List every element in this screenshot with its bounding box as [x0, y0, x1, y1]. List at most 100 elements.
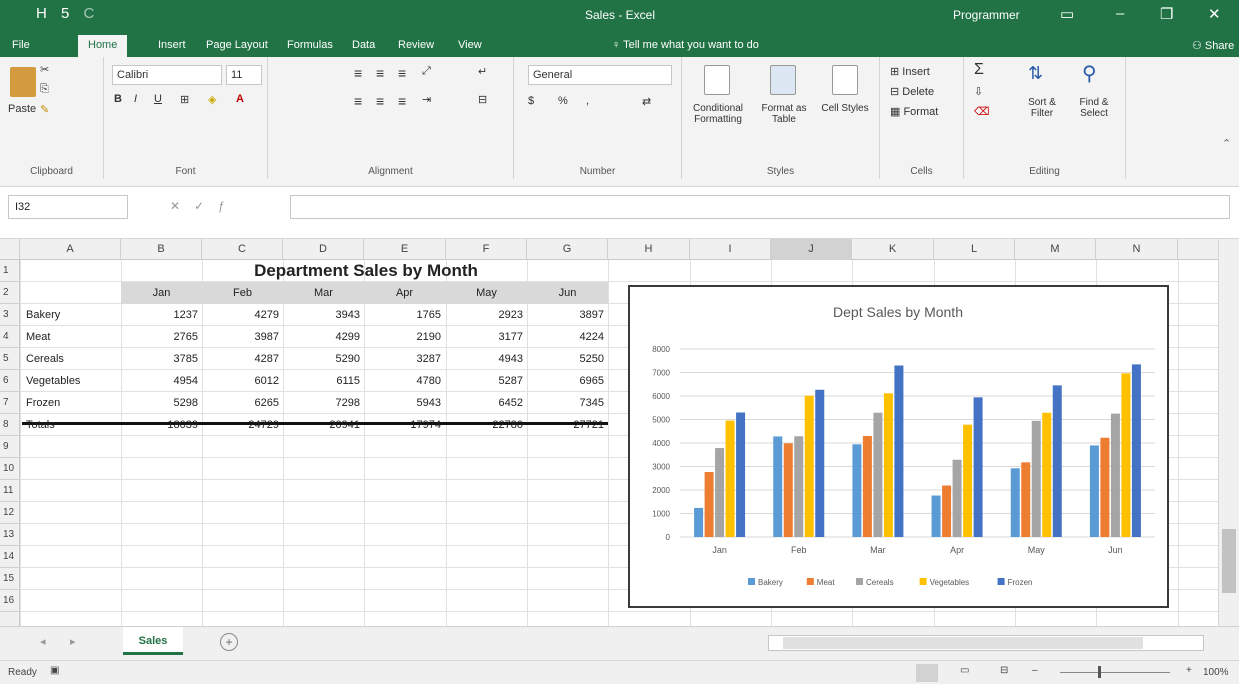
row-header[interactable]: 9 [0, 436, 20, 458]
value-cell[interactable]: 7298 [283, 392, 364, 414]
column-header-e[interactable]: E [364, 239, 446, 260]
formula-input[interactable] [290, 195, 1230, 219]
month-header-cell[interactable]: May [446, 282, 527, 304]
tell-me-box[interactable]: ♀ Tell me what you want to do [602, 35, 769, 57]
sheet-tab-sales[interactable]: Sales [123, 627, 183, 655]
tab-insert[interactable]: Insert [148, 35, 196, 57]
value-cell[interactable]: 6115 [283, 370, 364, 392]
percent-button[interactable]: % [558, 95, 568, 107]
cell-styles-icon[interactable] [832, 65, 858, 95]
normal-view-icon[interactable] [916, 664, 938, 682]
department-label-cell[interactable]: Vegetables [22, 370, 121, 392]
value-cell[interactable]: 5298 [121, 392, 202, 414]
department-label-cell[interactable]: Cereals [22, 348, 121, 370]
value-cell[interactable]: 2923 [446, 304, 527, 326]
sort-filter-icon[interactable]: ⇅ [1028, 63, 1043, 84]
align-bottom-icon[interactable]: ≡ [398, 65, 406, 81]
collapse-ribbon-icon[interactable]: ⌃ [1222, 137, 1231, 150]
column-header-d[interactable]: D [283, 239, 364, 260]
column-header-c[interactable]: C [202, 239, 283, 260]
zoom-in-icon[interactable]: + [1186, 665, 1192, 676]
totals-label-cell[interactable]: Totals [22, 414, 121, 436]
column-header-k[interactable]: K [852, 239, 934, 260]
font-name-select[interactable]: Calibri [112, 65, 222, 85]
total-cell[interactable]: 18039 [121, 414, 202, 436]
value-cell[interactable]: 4224 [527, 326, 608, 348]
column-header-a[interactable]: A [20, 239, 121, 260]
fill-icon[interactable]: ⇩ [974, 85, 983, 98]
font-size-select[interactable]: 11 [226, 65, 262, 85]
user-name[interactable]: Programmer [953, 8, 1020, 22]
row-header[interactable]: 13 [0, 524, 20, 546]
prev-sheet-icon[interactable]: ◂ [40, 635, 46, 648]
value-cell[interactable]: 3287 [364, 348, 445, 370]
sales-chart[interactable]: Dept Sales by Month 0 1000 2000 3000 4000 5000… [628, 285, 1169, 608]
month-header-cell[interactable]: Mar [283, 282, 364, 304]
month-header-cell[interactable]: Apr [364, 282, 445, 304]
borders-icon[interactable]: ⊞ [180, 93, 189, 106]
bold-button[interactable]: B [114, 93, 122, 105]
department-label-cell[interactable]: Bakery [22, 304, 121, 326]
value-cell[interactable]: 4943 [446, 348, 527, 370]
tab-view[interactable]: View [448, 35, 492, 57]
autosum-icon[interactable]: Σ [974, 61, 984, 79]
value-cell[interactable]: 3987 [202, 326, 283, 348]
column-header-i[interactable]: I [690, 239, 771, 260]
total-cell[interactable]: 27721 [527, 414, 608, 436]
value-cell[interactable]: 3177 [446, 326, 527, 348]
vertical-scroll-thumb[interactable] [1222, 529, 1236, 593]
insert-cells-button[interactable]: ⊞ Insert [890, 65, 930, 78]
horizontal-scroll-thumb[interactable] [783, 637, 1143, 649]
value-cell[interactable]: 3785 [121, 348, 202, 370]
page-break-view-icon[interactable]: ⊟ [1000, 665, 1008, 676]
month-header-cell[interactable]: Jan [121, 282, 202, 304]
enter-icon[interactable]: ✓ [194, 199, 218, 213]
tab-review[interactable]: Review [388, 35, 444, 57]
row-header[interactable]: 14 [0, 546, 20, 568]
row-header[interactable]: 4 [0, 326, 20, 348]
column-header-b[interactable]: B [121, 239, 202, 260]
total-cell[interactable]: 22780 [446, 414, 527, 436]
underline-button[interactable]: U [154, 93, 162, 105]
format-as-table-icon[interactable] [770, 65, 796, 95]
macro-record-icon[interactable]: ▣ [50, 665, 59, 676]
value-cell[interactable]: 6452 [446, 392, 527, 414]
column-header-j[interactable]: J [771, 239, 852, 260]
value-cell[interactable]: 1237 [121, 304, 202, 326]
redo-icon[interactable]: C [84, 5, 95, 22]
format-cells-button[interactable]: ▦ Format [890, 105, 938, 118]
merge-center-icon[interactable]: ⊟ [478, 93, 487, 106]
column-header-h[interactable]: H [608, 239, 690, 260]
value-cell[interactable]: 4287 [202, 348, 283, 370]
paste-icon[interactable] [10, 67, 36, 97]
row-header[interactable]: 1 [0, 260, 20, 282]
row-header[interactable]: 16 [0, 590, 20, 612]
undo-icon[interactable]: 5 [61, 5, 69, 22]
page-layout-view-icon[interactable]: ▭ [960, 665, 969, 676]
cut-icon[interactable]: ✂ [40, 63, 49, 76]
row-header[interactable]: 11 [0, 480, 20, 502]
tab-data[interactable]: Data [342, 35, 385, 57]
tab-file[interactable]: File [2, 35, 40, 57]
department-label-cell[interactable]: Meat [22, 326, 121, 348]
name-box[interactable]: I32 [8, 195, 128, 219]
ribbon-display-options-icon[interactable]: ▭ [1060, 5, 1074, 23]
share-button[interactable]: ⚇ Share [1182, 35, 1239, 57]
column-header-f[interactable]: F [446, 239, 527, 260]
next-sheet-icon[interactable]: ▸ [70, 635, 76, 648]
zoom-level[interactable]: 100% [1203, 667, 1229, 678]
indent-icon[interactable]: ⇥ [422, 93, 431, 106]
zoom-slider[interactable] [1060, 672, 1170, 673]
vertical-scrollbar[interactable] [1218, 239, 1239, 626]
row-header[interactable]: 7 [0, 392, 20, 414]
fill-color-icon[interactable]: ◈ [208, 93, 216, 106]
align-left-icon[interactable]: ≡ [354, 93, 362, 109]
column-header-n[interactable]: N [1096, 239, 1178, 260]
value-cell[interactable]: 2765 [121, 326, 202, 348]
value-cell[interactable]: 6012 [202, 370, 283, 392]
tab-page-layout[interactable]: Page Layout [196, 35, 278, 57]
row-header[interactable]: 5 [0, 348, 20, 370]
horizontal-scrollbar[interactable] [768, 635, 1204, 651]
insert-function-icon[interactable]: ƒ [218, 199, 239, 213]
value-cell[interactable]: 4279 [202, 304, 283, 326]
